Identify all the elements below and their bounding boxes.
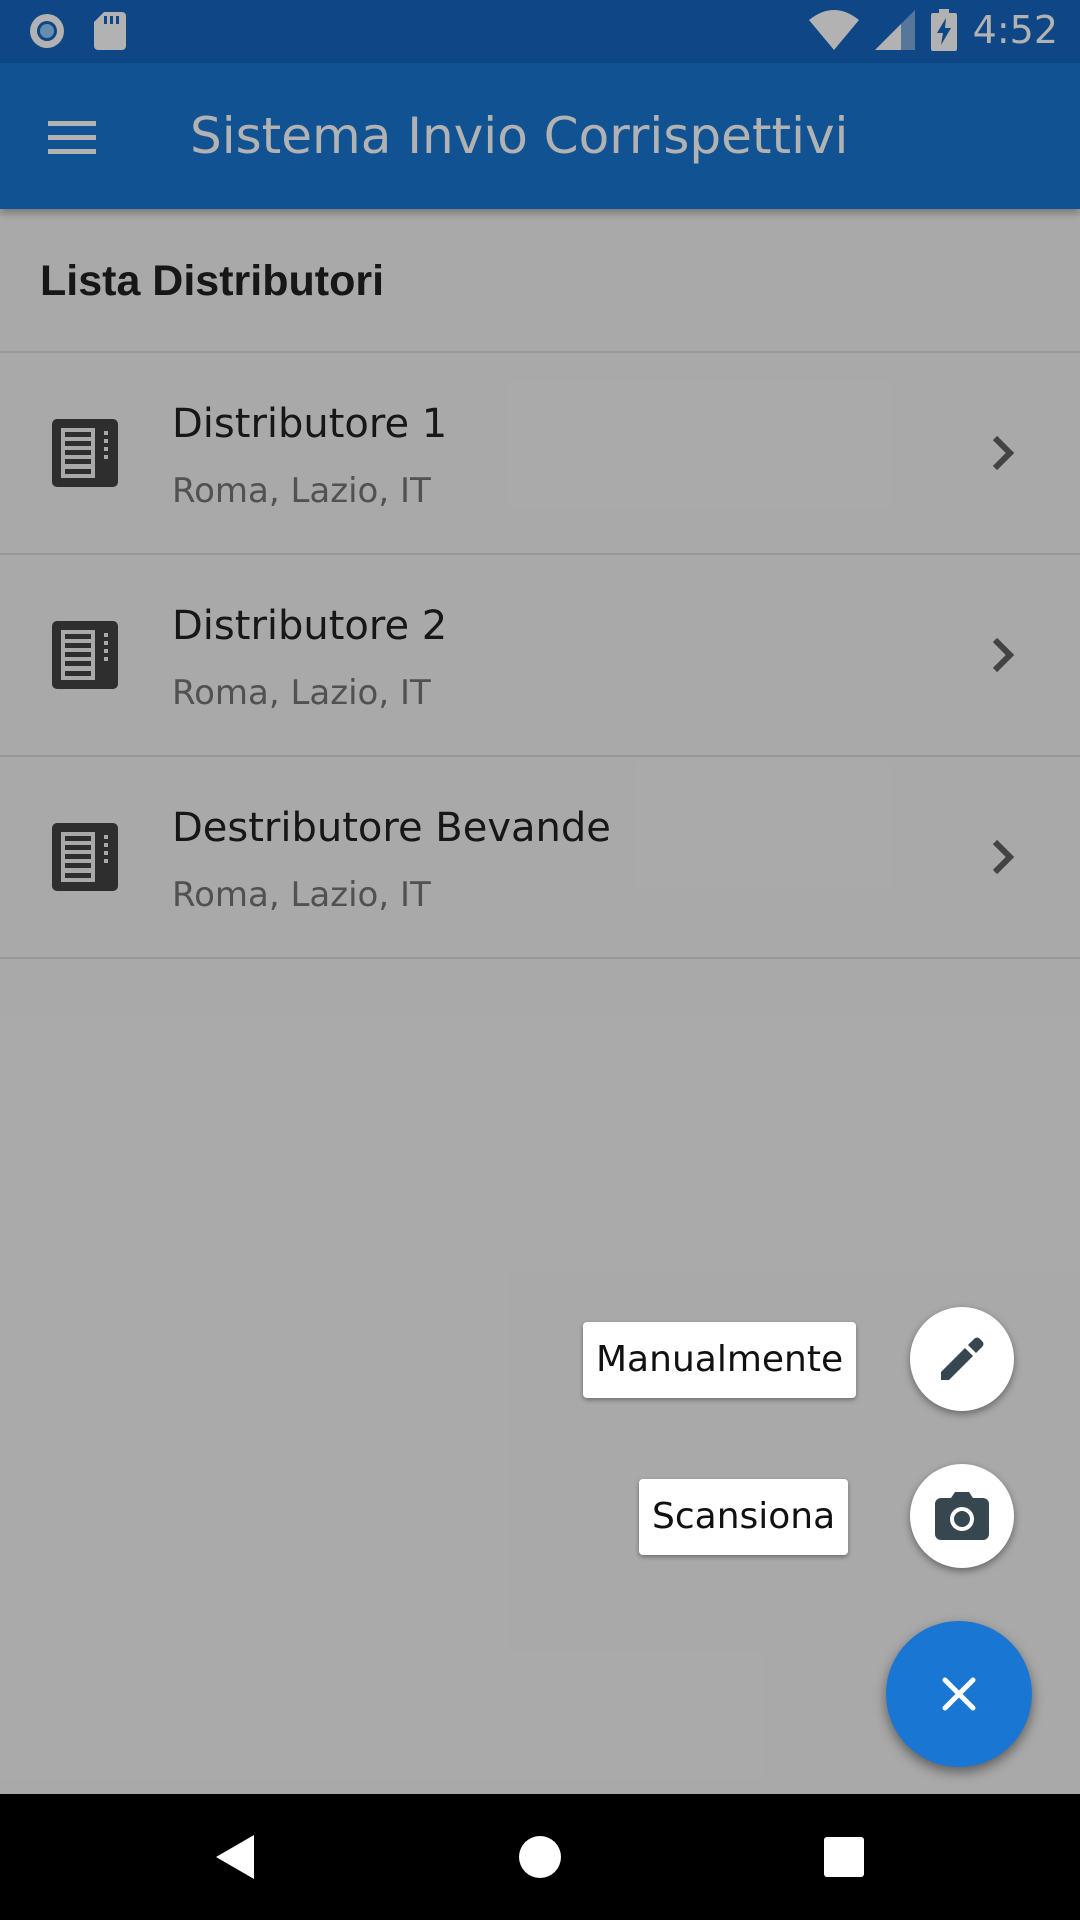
recents-icon [824, 1837, 864, 1877]
nav-back-button[interactable] [206, 1827, 266, 1887]
fab-close-button[interactable] [886, 1621, 1032, 1767]
nav-home-button[interactable] [510, 1827, 570, 1887]
manual-entry-button[interactable] [910, 1307, 1014, 1411]
manual-label[interactable]: Manualmente [583, 1322, 857, 1398]
camera-icon [935, 1492, 989, 1540]
navigation-bar [0, 1794, 1080, 1920]
nav-recents-button[interactable] [814, 1827, 874, 1887]
home-icon [519, 1836, 561, 1878]
scan-label[interactable]: Scansiona [639, 1479, 849, 1555]
close-icon [942, 1677, 976, 1711]
scan-button[interactable] [910, 1464, 1014, 1568]
back-icon [216, 1835, 254, 1879]
pencil-icon [941, 1337, 984, 1380]
